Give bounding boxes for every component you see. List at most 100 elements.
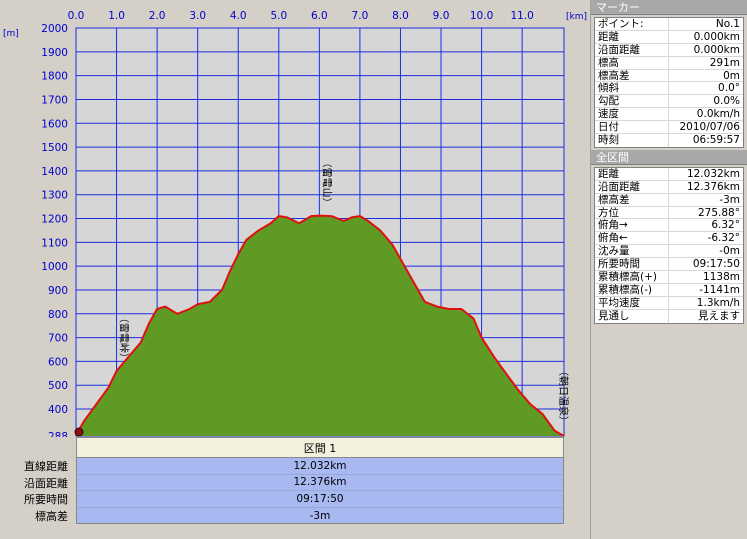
info-key: 沿面距離 bbox=[595, 180, 669, 193]
info-row: 沿面距離 12.376km bbox=[595, 180, 743, 194]
info-key: 沿面距離 bbox=[595, 43, 669, 56]
y-tick-label: 500 bbox=[48, 380, 68, 392]
y-tick-label: 1600 bbox=[41, 118, 68, 130]
info-value: 291m bbox=[709, 56, 740, 69]
y-tick-label: 400 bbox=[48, 404, 68, 416]
info-key: 傾斜 bbox=[595, 82, 669, 95]
info-row: 俯角→ 6.32° bbox=[595, 219, 743, 233]
elevation-profile-chart[interactable]: 0.0 1.0 2.0 3.0 4.0 5.0 6.0 7.0 8.0 9.0 10.0 11.0 2… bbox=[0, 0, 588, 437]
info-row: 標高差 0m bbox=[595, 69, 743, 83]
info-value: 06:59:57 bbox=[692, 134, 740, 147]
info-key: 標高差 bbox=[595, 193, 669, 206]
section-header[interactable]: 区間 1 bbox=[76, 437, 564, 458]
y-tick-label: 288 bbox=[48, 431, 68, 437]
info-value: 0.0km/h bbox=[696, 108, 740, 121]
y-unit-label: [m] bbox=[3, 29, 19, 39]
info-key: 距離 bbox=[595, 30, 669, 43]
x-tick-label: 7.0 bbox=[352, 10, 369, 22]
info-row: 時刻 06:59:57 bbox=[595, 134, 743, 147]
info-value: 2010/07/06 bbox=[679, 121, 740, 134]
x-tick-label: 4.0 bbox=[230, 10, 247, 22]
x-tick-label: 11.0 bbox=[510, 10, 533, 22]
info-value: 1138m bbox=[703, 271, 740, 283]
x-tick-label: 0.0 bbox=[68, 10, 85, 22]
section-value-surface: 12.376km bbox=[77, 475, 563, 491]
info-key: 累積標高(+) bbox=[595, 271, 669, 283]
info-row: 沈み量 -0m bbox=[595, 245, 743, 259]
section-value-straight: 12.032km bbox=[77, 458, 563, 475]
total-table: 距離 12.032km 沿面距離 12.376km 標高差 -3m 方位 275.88° 俯角→… bbox=[594, 166, 744, 324]
info-value: 0.000km bbox=[693, 43, 740, 56]
info-value: 1.3km/h bbox=[696, 296, 740, 309]
info-value: -3m bbox=[719, 193, 740, 206]
landmark-label: （雷電峠） bbox=[118, 313, 130, 363]
info-row: 所要時間 09:17:50 bbox=[595, 258, 743, 272]
x-tick-label: 9.0 bbox=[433, 10, 450, 22]
info-row: 累積標高(-) -1141m bbox=[595, 283, 743, 297]
x-tick-label: 1.0 bbox=[108, 10, 125, 22]
y-tick-label: 1100 bbox=[41, 237, 68, 249]
y-tick-label: 1500 bbox=[41, 142, 68, 154]
y-tick-label: 700 bbox=[48, 333, 68, 345]
info-row: 方位 275.88° bbox=[595, 206, 743, 220]
x-tick-label: 8.0 bbox=[392, 10, 409, 22]
info-row: 速度 0.0km/h bbox=[595, 108, 743, 122]
total-panel-title: 全区間 bbox=[591, 149, 747, 165]
info-key: 平均速度 bbox=[595, 296, 669, 309]
start-marker-icon[interactable] bbox=[74, 427, 84, 437]
x-tick-label: 2.0 bbox=[149, 10, 166, 22]
info-value: 0m bbox=[723, 69, 740, 82]
info-key: 所要時間 bbox=[595, 258, 669, 271]
y-tick-label: 1000 bbox=[41, 261, 68, 273]
x-tick-labels: 0.0 1.0 2.0 3.0 4.0 5.0 6.0 7.0 8.0 9.0 10.0 11.0 bbox=[68, 10, 534, 22]
y-tick-label: 1300 bbox=[41, 190, 68, 202]
y-tick-label: 800 bbox=[48, 309, 68, 321]
info-key: 勾配 bbox=[595, 95, 669, 108]
info-value: No.1 bbox=[715, 18, 740, 30]
info-sidebar: マーカー ポイント: No.1 距離 0.000km 沿面距離 0.000km 標高 291m… bbox=[590, 0, 747, 539]
info-key: 俯角← bbox=[595, 232, 669, 245]
info-value: 6.32° bbox=[711, 219, 740, 232]
info-key: 日付 bbox=[595, 121, 669, 134]
section-label-surface: 沿面距離 bbox=[24, 476, 68, 490]
y-tick-label: 1200 bbox=[41, 214, 68, 226]
info-key: 標高 bbox=[595, 56, 669, 69]
x-tick-label: 10.0 bbox=[470, 10, 493, 22]
info-row: 累積標高(+) 1138m bbox=[595, 271, 743, 284]
info-key: 累積標高(-) bbox=[595, 283, 669, 296]
info-value: -0m bbox=[719, 245, 740, 258]
profile-chart-area: 0.0 1.0 2.0 3.0 4.0 5.0 6.0 7.0 8.0 9.0 10.0 11.0 2… bbox=[0, 0, 588, 539]
y-tick-label: 1800 bbox=[41, 71, 68, 83]
info-key: 方位 bbox=[595, 206, 669, 219]
x-tick-label: 5.0 bbox=[270, 10, 287, 22]
info-row: 平均速度 1.3km/h bbox=[595, 296, 743, 310]
x-tick-label: 6.0 bbox=[311, 10, 328, 22]
info-key: 距離 bbox=[595, 167, 669, 180]
section-summary: 区間 1 12.032km 12.376km 09:17:50 -3m bbox=[76, 437, 564, 524]
info-value: 0.000km bbox=[693, 30, 740, 43]
marker-panel-title: マーカー bbox=[591, 0, 747, 15]
info-row: 傾斜 0.0° bbox=[595, 82, 743, 96]
landmark-label: （雷電山） bbox=[320, 158, 332, 208]
x-tick-label: 3.0 bbox=[189, 10, 206, 22]
info-value: 見えます bbox=[698, 309, 740, 322]
info-key: 標高差 bbox=[595, 69, 669, 82]
info-value: 0.0° bbox=[718, 82, 740, 95]
info-value: -6.32° bbox=[707, 232, 740, 245]
y-tick-label: 900 bbox=[48, 285, 68, 297]
info-key: 沈み量 bbox=[595, 245, 669, 258]
section-row-labels: 直線距離 沿面距離 所要時間 標高差 bbox=[0, 458, 74, 524]
landmark-label: （朝日温泉） bbox=[557, 366, 570, 426]
section-label-time: 所要時間 bbox=[24, 493, 68, 507]
info-row: 沿面距離 0.000km bbox=[595, 43, 743, 57]
info-key: ポイント: bbox=[595, 18, 669, 30]
info-row: 見通し 見えます bbox=[595, 309, 743, 323]
section-values: 12.032km 12.376km 09:17:50 -3m bbox=[76, 458, 564, 524]
y-tick-label: 600 bbox=[48, 356, 68, 368]
info-row: 日付 2010/07/06 bbox=[595, 121, 743, 135]
y-tick-labels: 2000 1900 1800 1700 1600 1500 1400 1300 1200 1100… bbox=[41, 23, 68, 437]
info-value: 09:17:50 bbox=[692, 258, 740, 271]
info-row: ポイント: No.1 bbox=[595, 18, 743, 31]
section-label-elev: 標高差 bbox=[35, 509, 68, 523]
y-tick-label: 1900 bbox=[41, 47, 68, 59]
